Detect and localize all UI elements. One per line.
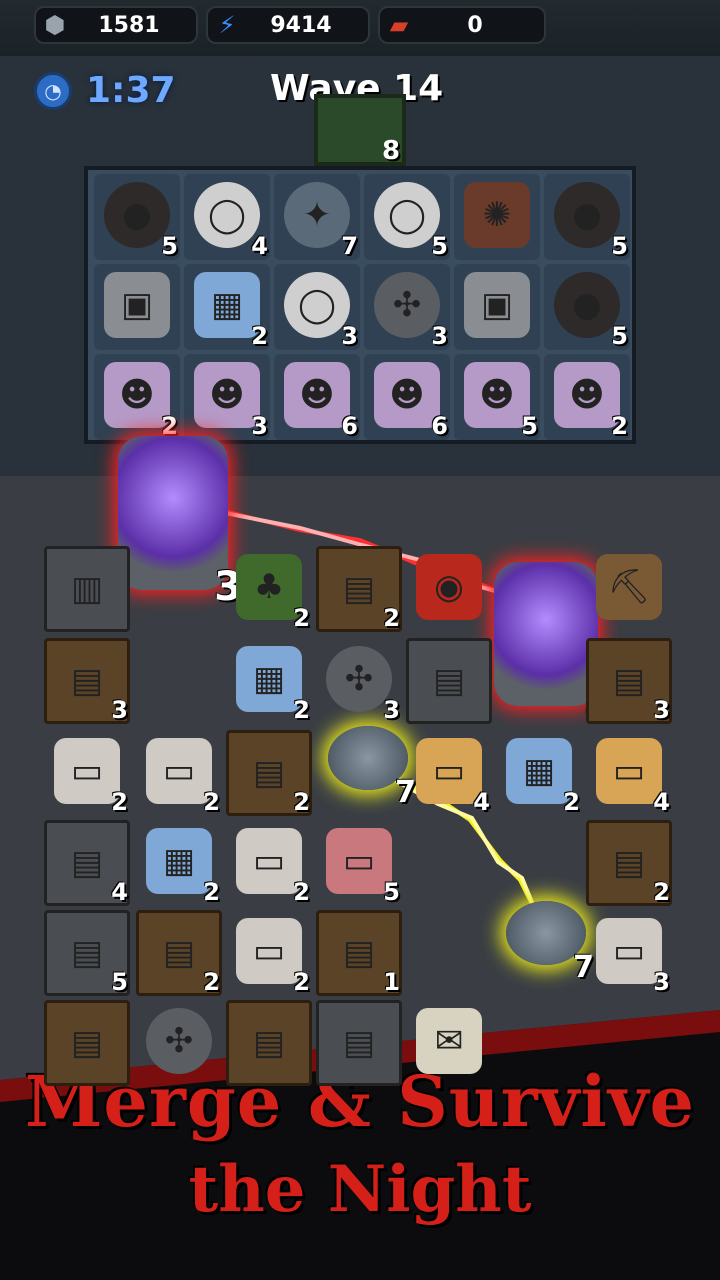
merged-turret[interactable]: 7 — [496, 895, 596, 985]
crate-icon: ▤ — [226, 1000, 312, 1086]
scroll-icon: ✉ — [416, 1008, 482, 1074]
bed-icon: ▭ — [596, 918, 662, 984]
item-count: 4 — [111, 878, 128, 906]
bed-icon: ▭ — [326, 828, 392, 894]
bed-icon: ▭ — [596, 738, 662, 804]
item-count: 3 — [653, 968, 670, 996]
board-cell[interactable]: ✣ 3 — [316, 638, 402, 724]
board-cell[interactable]: ▭ 2 — [226, 820, 312, 906]
item-count: 1 — [383, 968, 400, 996]
board-cell[interactable]: ▤ — [316, 1000, 402, 1086]
pickaxe-icon: ⛏ — [596, 554, 662, 620]
item-count: 3 — [111, 696, 128, 724]
crate-icon: ▤ — [406, 638, 492, 724]
board-cell[interactable]: ▤ 2 — [316, 546, 402, 632]
board-cell[interactable]: ✉ — [406, 1000, 492, 1086]
bed-icon: ▭ — [236, 918, 302, 984]
board-cell[interactable]: ▤ — [226, 1000, 312, 1086]
board-cell[interactable]: ▤ — [406, 638, 492, 724]
item-count: 2 — [293, 788, 310, 816]
banner-title-line2: the Night — [188, 1152, 532, 1227]
board-cell[interactable]: ▦ 2 — [136, 820, 222, 906]
board-cell[interactable]: ▤ 2 — [136, 910, 222, 996]
item-count: 3 — [653, 696, 670, 724]
item-count: 2 — [383, 604, 400, 632]
board-cell[interactable]: ▭ 2 — [136, 730, 222, 816]
board-cell[interactable]: ▥ — [44, 546, 130, 632]
board-cell[interactable]: ▤ 2 — [586, 820, 672, 906]
board-cell[interactable]: ▤ 5 — [44, 910, 130, 996]
board-cell[interactable]: ✣ — [136, 1000, 222, 1086]
item-count: 2 — [111, 788, 128, 816]
item-count: 2 — [203, 788, 220, 816]
item-count: 4 — [473, 788, 490, 816]
bed-icon: ▭ — [54, 738, 120, 804]
item-count: 2 — [653, 878, 670, 906]
item-count: 5 — [383, 878, 400, 906]
solar-panel-icon: ▦ — [506, 738, 572, 804]
plant-icon: ♣ — [236, 554, 302, 620]
board-cell[interactable]: ▭ 4 — [406, 730, 492, 816]
board-cell[interactable]: ▦ 2 — [496, 730, 582, 816]
bed-icon: ▭ — [146, 738, 212, 804]
board-cell[interactable]: ▤ 4 — [44, 820, 130, 906]
fan-icon: ✣ — [326, 646, 392, 712]
board-cell[interactable]: ▤ — [44, 1000, 130, 1086]
board-cell[interactable]: ▭ 5 — [316, 820, 402, 906]
bed-icon: ▭ — [236, 828, 302, 894]
item-count: 3 — [383, 696, 400, 724]
item-count: 2 — [293, 696, 310, 724]
crystal-golem-icon — [494, 562, 598, 706]
bed-icon: ▭ — [416, 738, 482, 804]
item-count: 2 — [203, 878, 220, 906]
item-count: 2 — [563, 788, 580, 816]
air-conditioner-icon: ▥ — [44, 546, 130, 632]
item-count: 2 — [293, 878, 310, 906]
crate-icon: ▤ — [316, 1000, 402, 1086]
board-cell[interactable]: ▦ 2 — [226, 638, 312, 724]
board-cell[interactable]: ▭ 3 — [586, 910, 672, 996]
solar-panel-icon: ▦ — [146, 828, 212, 894]
fan-icon: ✣ — [146, 1008, 212, 1074]
crystal-golem-icon — [118, 436, 228, 590]
board-cell[interactable]: ◉ — [406, 546, 492, 632]
board-cell[interactable]: ▭ 2 — [44, 730, 130, 816]
merged-turret[interactable]: 7 — [318, 720, 418, 810]
item-count: 2 — [293, 604, 310, 632]
board-cell[interactable]: ⛏ — [586, 546, 672, 632]
crate-icon: ▤ — [44, 1000, 130, 1086]
item-count: 2 — [203, 968, 220, 996]
board-cell[interactable]: ♣ 2 — [226, 546, 312, 632]
board-cell[interactable]: ▭ 4 — [586, 730, 672, 816]
board-cell[interactable]: ▤ 3 — [586, 638, 672, 724]
fire-alarm-icon: ◉ — [416, 554, 482, 620]
item-count: 4 — [653, 788, 670, 816]
item-count: 2 — [293, 968, 310, 996]
board-cell[interactable]: ▤ 1 — [316, 910, 402, 996]
solar-panel-icon: ▦ — [236, 646, 302, 712]
board-cell[interactable]: ▭ 2 — [226, 910, 312, 996]
item-count: 5 — [111, 968, 128, 996]
board-cell[interactable]: ▤ 2 — [226, 730, 312, 816]
board-cell[interactable]: ▤ 3 — [44, 638, 130, 724]
